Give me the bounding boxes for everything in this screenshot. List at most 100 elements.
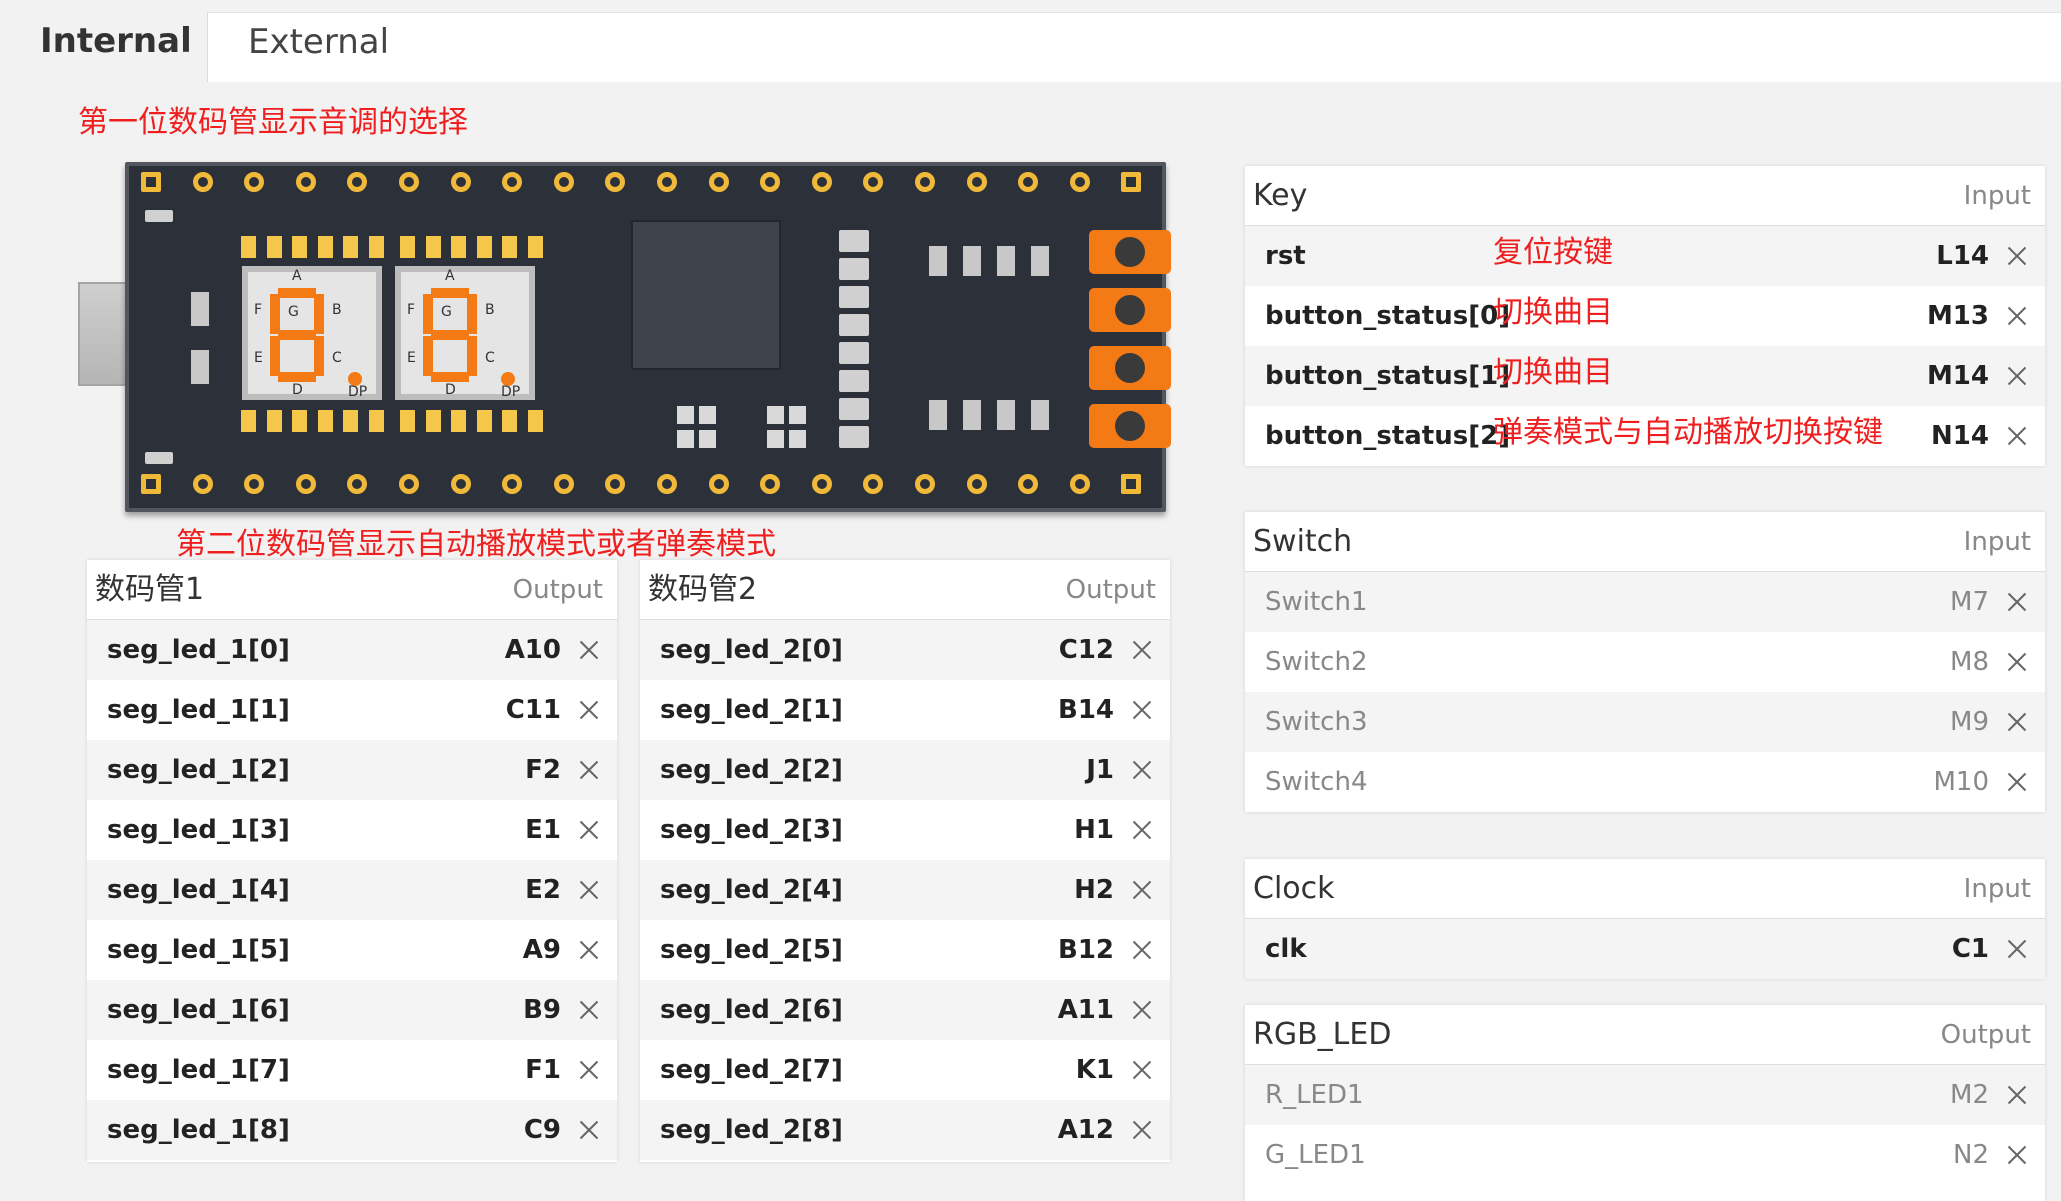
- pin-value[interactable]: C9: [524, 1100, 561, 1160]
- pin-value[interactable]: A10: [505, 620, 561, 680]
- panel-header: 数码管1 Output: [87, 560, 617, 620]
- pin-value[interactable]: J1: [1086, 740, 1114, 800]
- segment-pad: [502, 410, 517, 432]
- pin-value[interactable]: M8: [1950, 632, 1989, 692]
- close-icon[interactable]: [577, 938, 601, 962]
- close-icon[interactable]: [2005, 1083, 2029, 1107]
- header-pin: [1069, 474, 1090, 494]
- close-icon[interactable]: [1130, 698, 1154, 722]
- close-icon[interactable]: [1130, 818, 1154, 842]
- pin-value[interactable]: M7: [1950, 572, 1989, 632]
- close-icon[interactable]: [577, 878, 601, 902]
- segment-pad: [502, 236, 517, 258]
- pin-value[interactable]: N2: [1953, 1125, 1989, 1185]
- close-icon[interactable]: [577, 1058, 601, 1082]
- signal-name: seg_led_1[3]: [107, 815, 290, 845]
- close-icon[interactable]: [1130, 878, 1154, 902]
- header-pin: [141, 474, 161, 494]
- fpga-board: A B C D E F G DP A B C D E F G DP: [78, 158, 1171, 518]
- pin-value[interactable]: B12: [1058, 920, 1114, 980]
- push-button: [1089, 230, 1171, 274]
- pin-value[interactable]: C12: [1059, 620, 1114, 680]
- pin-row: seg_led_2[7] K1: [640, 1040, 1170, 1100]
- close-icon[interactable]: [577, 1118, 601, 1142]
- pin-value[interactable]: M14: [1927, 346, 1989, 406]
- close-icon[interactable]: [577, 998, 601, 1022]
- close-icon[interactable]: [1130, 758, 1154, 782]
- pcb-board: A B C D E F G DP A B C D E F G DP: [125, 162, 1171, 512]
- pin-value[interactable]: M9: [1950, 692, 1989, 752]
- close-icon[interactable]: [577, 698, 601, 722]
- pin-value[interactable]: E2: [525, 860, 561, 920]
- close-icon[interactable]: [1130, 938, 1154, 962]
- close-icon[interactable]: [577, 758, 601, 782]
- signal-name: seg_led_2[4]: [660, 875, 843, 905]
- seg-label-a: A: [292, 268, 302, 284]
- panel-direction: Input: [1963, 527, 2031, 557]
- pin-row: Switch1 M7: [1245, 572, 2045, 632]
- smd-component: [191, 292, 209, 326]
- smd-component: [145, 452, 173, 464]
- panel-direction: Input: [1963, 874, 2031, 904]
- close-icon[interactable]: [1130, 638, 1154, 662]
- annotation-top: 第一位数码管显示音调的选择: [78, 105, 468, 140]
- pin-row: seg_led_2[1] B14: [640, 680, 1170, 740]
- signal-name: button_status[2]: [1265, 421, 1511, 451]
- resistor: [839, 314, 869, 336]
- button-knob: [1115, 295, 1145, 325]
- switch-rows: Switch1 M7 Switch2 M8 Switch3 M9 Switch4 M10: [1245, 572, 2045, 812]
- header-pin: [605, 474, 626, 494]
- pin-value[interactable]: A12: [1058, 1100, 1114, 1160]
- seg-label-g: G: [288, 304, 299, 320]
- push-button: [1089, 288, 1171, 332]
- tab-external[interactable]: External: [208, 12, 2061, 82]
- pin-row: rst 复位按键 L14: [1245, 226, 2045, 286]
- pin-value[interactable]: H2: [1074, 860, 1114, 920]
- segment-pad: [368, 236, 384, 258]
- close-icon[interactable]: [577, 638, 601, 662]
- header-pin: [141, 172, 161, 192]
- tab-internal[interactable]: Internal: [0, 12, 208, 82]
- close-icon[interactable]: [1130, 1118, 1154, 1142]
- pin-value[interactable]: E1: [525, 800, 561, 860]
- panel-direction: Input: [1963, 181, 2031, 211]
- close-icon[interactable]: [2005, 244, 2029, 268]
- close-icon[interactable]: [1130, 998, 1154, 1022]
- close-icon[interactable]: [2005, 937, 2029, 961]
- pin-value[interactable]: K1: [1076, 1040, 1114, 1100]
- pin-value[interactable]: M2: [1950, 1065, 1989, 1125]
- signal-name: seg_led_1[7]: [107, 1055, 290, 1085]
- pin-value[interactable]: N14: [1931, 406, 1989, 466]
- close-icon[interactable]: [2005, 770, 2029, 794]
- pin-value[interactable]: C1: [1952, 919, 1989, 979]
- pin-value[interactable]: A11: [1058, 980, 1114, 1040]
- pin-value[interactable]: B9: [523, 980, 561, 1040]
- close-icon[interactable]: [1130, 1058, 1154, 1082]
- close-icon[interactable]: [577, 818, 601, 842]
- pin-value[interactable]: L14: [1936, 226, 1989, 286]
- pin-value[interactable]: B14: [1058, 680, 1114, 740]
- header-pin: [347, 474, 368, 494]
- resistor: [839, 258, 869, 280]
- resistor: [839, 342, 869, 364]
- close-icon[interactable]: [2005, 304, 2029, 328]
- led-indicator: [963, 246, 981, 276]
- close-icon[interactable]: [2005, 424, 2029, 448]
- pin-value[interactable]: M10: [1933, 752, 1989, 812]
- close-icon[interactable]: [2005, 364, 2029, 388]
- header-pin: [295, 474, 316, 494]
- pin-value[interactable]: H1: [1074, 800, 1114, 860]
- pin-value[interactable]: C11: [506, 680, 561, 740]
- pin-value[interactable]: F1: [525, 1040, 561, 1100]
- close-icon[interactable]: [2005, 710, 2029, 734]
- pin-value[interactable]: F2: [525, 740, 561, 800]
- header-pin: [966, 474, 987, 494]
- close-icon[interactable]: [2005, 590, 2029, 614]
- pin-value[interactable]: M13: [1927, 286, 1989, 346]
- close-icon[interactable]: [2005, 1143, 2029, 1167]
- close-icon[interactable]: [2005, 650, 2029, 674]
- pin-value[interactable]: A9: [523, 920, 561, 980]
- pin-row: seg_led_1[1] C11: [87, 680, 617, 740]
- switch-panel: Switch Input Switch1 M7 Switch2 M8 Switch3 M9…: [1245, 512, 2045, 812]
- header-pin: [450, 172, 471, 192]
